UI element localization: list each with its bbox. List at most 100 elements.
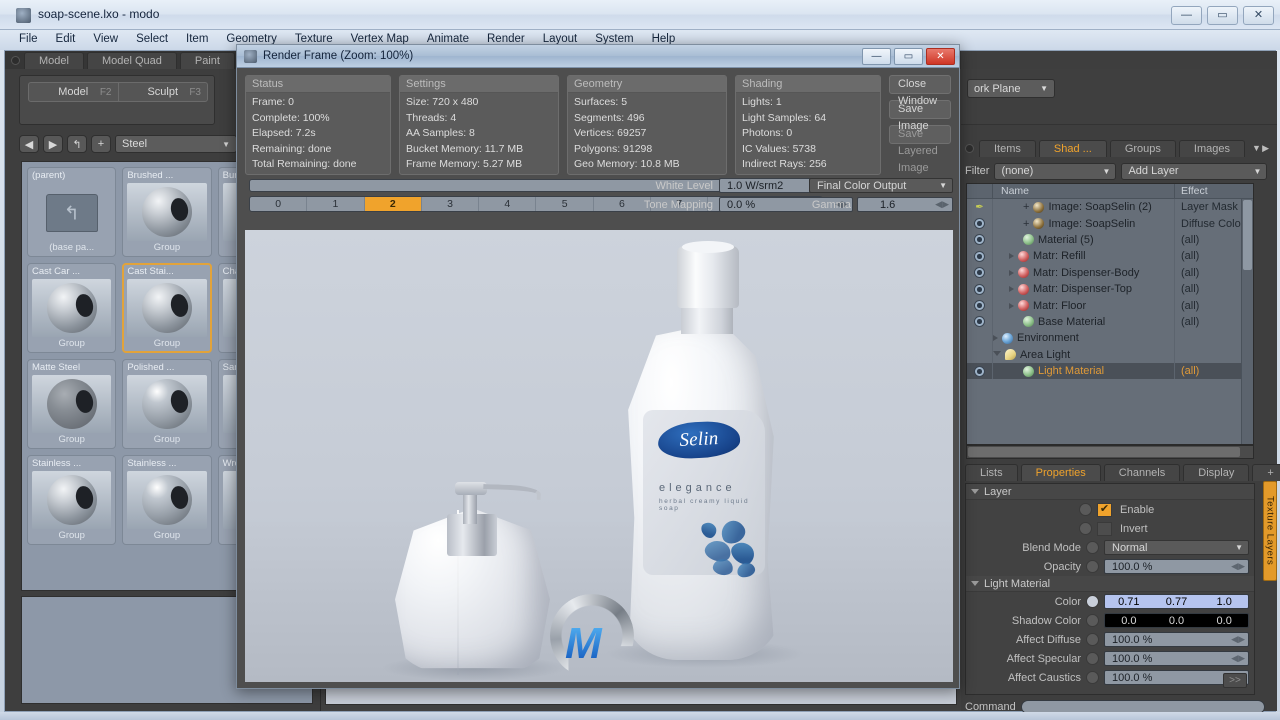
opacity-knob-icon[interactable]	[1086, 560, 1099, 573]
shader-tree-row[interactable]: Matr: Floor (all)	[967, 297, 1253, 314]
shader-tree-row[interactable]: ✒ + Image: SoapSelin (2) Layer Mask	[967, 199, 1253, 216]
shader-tree-row[interactable]: Matr: Dispenser-Top (all)	[967, 280, 1253, 298]
shader-tree-row[interactable]: Base Material (all)	[967, 313, 1253, 331]
preset-item[interactable]: Stainless ... Group	[122, 455, 212, 545]
spinner-icon[interactable]: ◀▶	[1231, 561, 1245, 572]
preset-item[interactable]: Cast Stai... Group	[122, 263, 212, 353]
spinner-icon[interactable]: ◀▶	[1231, 634, 1245, 645]
expand-plus-icon[interactable]: +	[1023, 218, 1029, 230]
eye-icon[interactable]	[974, 365, 985, 377]
tab-channels[interactable]: Channels	[1103, 463, 1181, 481]
shader-tree-row[interactable]: Matr: Dispenser-Body (all)	[967, 264, 1253, 281]
eye-icon[interactable]	[974, 234, 985, 246]
shader-tree-row[interactable]: Environment	[967, 330, 1253, 347]
texture-layers-tab[interactable]: Texture Layers	[1263, 481, 1277, 581]
eye-icon[interactable]	[974, 283, 985, 295]
menu-item-view[interactable]: View	[84, 30, 127, 48]
shader-tree-hscrollbar[interactable]	[966, 445, 1254, 459]
tab-groups[interactable]: Groups	[1109, 139, 1176, 157]
render-close-button[interactable]: ✕	[926, 48, 955, 65]
chevron-right-icon[interactable]	[993, 335, 998, 342]
visibility-cell[interactable]: ✒	[967, 199, 993, 216]
invert-checkbox[interactable]	[1097, 521, 1112, 536]
color-value-field[interactable]: 0.71 0.77 1.0	[1104, 594, 1249, 609]
menu-item-file[interactable]: File	[10, 30, 47, 48]
visibility-cell[interactable]	[967, 346, 993, 363]
chevron-right-icon[interactable]	[1009, 286, 1014, 293]
close-button[interactable]: ✕	[1243, 6, 1274, 25]
visibility-cell[interactable]	[967, 330, 993, 347]
tab-properties[interactable]: Properties	[1020, 463, 1101, 481]
preset-item[interactable]: Matte Steel Group	[27, 359, 117, 449]
affect-diffuse-knob-icon[interactable]	[1086, 633, 1099, 646]
shadow-color-knob-icon[interactable]	[1086, 614, 1099, 627]
affect-diffuse-field[interactable]: 100.0 % ◀▶	[1104, 632, 1249, 647]
filter-dropdown[interactable]: (none) ▼	[994, 162, 1117, 180]
chevron-right-icon[interactable]	[1009, 302, 1014, 309]
preset-category-dropdown[interactable]: Steel ▼	[115, 135, 237, 153]
chevron-down-icon[interactable]	[993, 350, 1001, 359]
visibility-cell[interactable]	[967, 362, 993, 380]
preset-item[interactable]: Polished ... Group	[122, 359, 212, 449]
tab-scroll-right-icon[interactable]: ▶	[1262, 143, 1269, 154]
bucket-3[interactable]: 3	[422, 197, 480, 211]
enable-knob-icon[interactable]	[1079, 503, 1092, 516]
bucket-0[interactable]: 0	[250, 197, 308, 211]
shader-tree-row[interactable]: + Image: SoapSelin Diffuse Color	[967, 215, 1253, 232]
enable-checkbox[interactable]: ✔	[1097, 502, 1112, 517]
shadow-color-value-field[interactable]: 0.0 0.0 0.0	[1104, 613, 1249, 628]
preset-item[interactable]: (parent) ↰ (base pa...	[27, 167, 117, 257]
scrollbar-thumb[interactable]	[1243, 200, 1252, 270]
tab-items[interactable]: Items	[979, 139, 1036, 157]
mode-button-sculpt[interactable]: Sculpt F3	[119, 83, 208, 101]
color-knob-icon[interactable]	[1086, 595, 1099, 608]
eye-icon[interactable]	[974, 267, 985, 279]
shader-tree-row[interactable]: Material (5) (all)	[967, 231, 1253, 249]
more-options-button[interactable]: >>	[1223, 673, 1247, 688]
output-dropdown[interactable]: Final Color Output ▼	[809, 178, 953, 193]
visibility-cell[interactable]	[967, 264, 993, 281]
section-layer[interactable]: Layer	[966, 484, 1254, 500]
minimize-button[interactable]: —	[1171, 6, 1202, 25]
eye-icon[interactable]	[974, 316, 985, 328]
bucket-1[interactable]: 1	[307, 197, 365, 211]
visibility-cell[interactable]	[967, 297, 993, 314]
tab-shad-[interactable]: Shad ...	[1038, 139, 1107, 157]
spinner-icon[interactable]: ◀▶	[935, 199, 949, 210]
preset-item[interactable]: Stainless ... Group	[27, 455, 117, 545]
close-window-button[interactable]: Close Window	[889, 75, 951, 107]
maximize-button[interactable]: ▭	[1207, 6, 1238, 25]
mode-button-model[interactable]: Model F2	[29, 83, 119, 101]
render-minimize-button[interactable]: —	[862, 48, 891, 65]
add-layer-dropdown[interactable]: Add Layer ▼	[1121, 162, 1268, 180]
section-light-material[interactable]: Light Material	[966, 576, 1254, 592]
tab-paint[interactable]: Paint	[179, 51, 235, 69]
add-preset-icon[interactable]: +	[91, 135, 111, 153]
tab-display[interactable]: Display	[1183, 463, 1250, 481]
shader-tree-row[interactable]: Area Light	[967, 346, 1253, 363]
work-plane-dropdown[interactable]: ork Plane ▼	[967, 79, 1055, 98]
blend-mode-dropdown[interactable]: Normal ▼	[1104, 540, 1249, 555]
chevron-right-icon[interactable]	[1009, 253, 1014, 260]
forward-arrow-icon[interactable]: ▶	[43, 135, 63, 153]
visibility-cell[interactable]	[967, 231, 993, 249]
scrollbar-thumb[interactable]	[968, 447, 1240, 457]
tab--[interactable]: +	[1252, 463, 1280, 481]
panel-menu-dot-icon[interactable]	[11, 55, 20, 65]
spinner-icon[interactable]: ◀▶	[1231, 653, 1245, 664]
visibility-cell[interactable]	[967, 313, 993, 331]
preset-item[interactable]: Cast Car ... Group	[27, 263, 117, 353]
gamma-field[interactable]: 1.6 ◀▶	[857, 197, 953, 212]
blend-mode-knob-icon[interactable]	[1086, 541, 1099, 554]
save-image-button[interactable]: Save Image	[889, 100, 951, 132]
bucket-5[interactable]: 5	[536, 197, 594, 211]
visibility-cell[interactable]	[967, 248, 993, 265]
affect-specular-knob-icon[interactable]	[1086, 652, 1099, 665]
shader-tree-scrollbar[interactable]	[1241, 199, 1253, 444]
menu-item-item[interactable]: Item	[177, 30, 217, 48]
tab-images[interactable]: Images	[1178, 139, 1245, 157]
tab-model[interactable]: Model	[24, 51, 84, 69]
affect-specular-field[interactable]: 100.0 % ◀▶	[1104, 651, 1249, 666]
tab-model-quad[interactable]: Model Quad	[86, 51, 177, 69]
shader-tree-row[interactable]: Matr: Refill (all)	[967, 248, 1253, 265]
